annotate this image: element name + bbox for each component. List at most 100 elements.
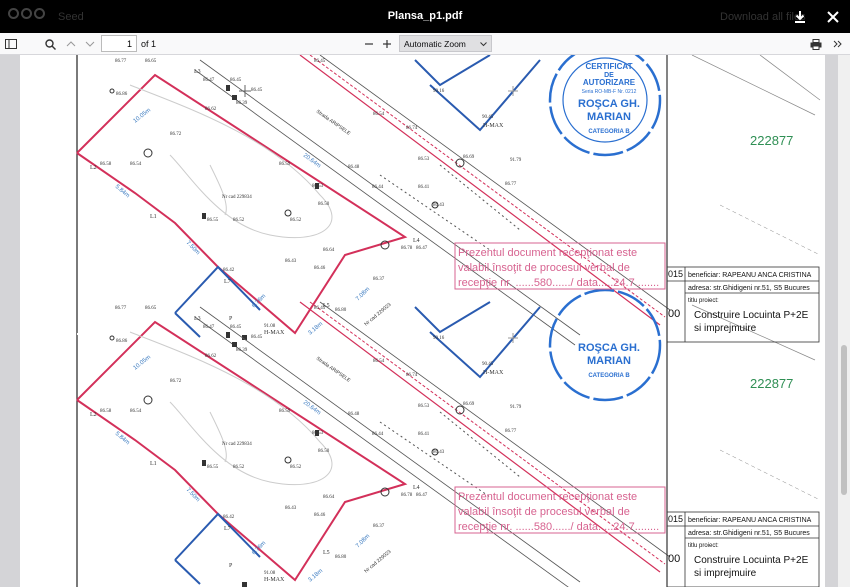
svg-text:86.46: 86.46 bbox=[314, 266, 326, 271]
svg-text:Nr cad 229023: Nr cad 229023 bbox=[363, 302, 392, 328]
svg-text:86.47: 86.47 bbox=[416, 246, 428, 251]
svg-text:86.50: 86.50 bbox=[318, 202, 330, 207]
svg-text:00: 00 bbox=[668, 308, 680, 320]
svg-text:valabil însoţit de procesul ve: valabil însoţit de procesul verbal de bbox=[458, 506, 630, 518]
svg-text:H-MAX: H-MAX bbox=[264, 330, 285, 336]
svg-text:86.37: 86.37 bbox=[373, 277, 385, 282]
stamp-name-2: MARIAN bbox=[587, 111, 631, 123]
svg-text:Construire Locuinta P+2E: Construire Locuinta P+2E bbox=[694, 310, 809, 321]
svg-text:Nr cad 229834: Nr cad 229834 bbox=[222, 195, 252, 200]
svg-text:titlu proiect:: titlu proiect: bbox=[688, 298, 719, 304]
svg-text:adresa: str.Ghidigeni nr.51, S: adresa: str.Ghidigeni nr.51, S5 Bucures bbox=[688, 530, 810, 537]
svg-text:adresa: str.Ghidigeni nr.51, S: adresa: str.Ghidigeni nr.51, S5 Bucures bbox=[688, 285, 810, 292]
document-viewer[interactable]: 86.77 86.65 86.47 86.45 86.86 86.39 86.62 86.… bbox=[0, 55, 850, 587]
svg-text:L7: L7 bbox=[224, 279, 231, 285]
svg-text:86.59: 86.59 bbox=[279, 162, 291, 167]
svg-text:86.45: 86.45 bbox=[230, 78, 242, 83]
svg-text:86.52: 86.52 bbox=[290, 218, 302, 223]
svg-text:86.77: 86.77 bbox=[115, 59, 127, 64]
svg-text:86.54: 86.54 bbox=[373, 112, 385, 117]
number-label-copy: 222877 bbox=[750, 376, 793, 391]
stamp-category-copy: CATEGORIA B bbox=[588, 373, 630, 379]
app-logo[interactable] bbox=[8, 8, 45, 19]
sidebar-toggle-icon[interactable] bbox=[2, 35, 20, 53]
zoom-in-icon[interactable] bbox=[378, 35, 396, 53]
svg-text:valabil însoţit de procesul ve: valabil însoţit de procesul verbal de bbox=[458, 262, 630, 274]
zoom-select-value: Automatic Zoom bbox=[404, 39, 466, 49]
svg-text:5.84m: 5.84m bbox=[114, 184, 131, 199]
svg-text:86.41: 86.41 bbox=[418, 185, 430, 190]
svg-text:si imprejmuire: si imprejmuire bbox=[694, 323, 757, 334]
svg-text:90.16: 90.16 bbox=[433, 89, 445, 94]
svg-text:recepţie nr. ......580....../: recepţie nr. ......580....../ data.....2… bbox=[458, 277, 659, 289]
svg-text:beneficiar: RAPEANU ANCA CRIS: beneficiar: RAPEANU ANCA CRISTINA bbox=[688, 517, 812, 524]
svg-text:86.52: 86.52 bbox=[233, 218, 245, 223]
svg-text:86.64: 86.64 bbox=[323, 248, 335, 253]
svg-text:86.44: 86.44 bbox=[372, 185, 384, 190]
svg-text:91.08: 91.08 bbox=[264, 324, 276, 329]
svg-text:beneficiar: RAPEANU ANCA CRIS: beneficiar: RAPEANU ANCA CRISTINA bbox=[688, 272, 812, 279]
stamp-category: CATEGORIA B bbox=[588, 129, 630, 135]
svg-text:L4: L4 bbox=[413, 238, 420, 244]
svg-text:P: P bbox=[229, 316, 233, 322]
number-label: 222877 bbox=[750, 133, 793, 148]
svg-text:86.74: 86.74 bbox=[406, 126, 418, 131]
next-page-icon[interactable] bbox=[81, 35, 99, 53]
reception-note: Prezentul document recepţionat este vala… bbox=[454, 242, 666, 534]
vertical-scrollbar[interactable] bbox=[838, 55, 850, 587]
svg-text:H-MAX: H-MAX bbox=[483, 123, 504, 129]
zoom-out-icon[interactable] bbox=[360, 35, 378, 53]
more-tools-icon[interactable] bbox=[829, 35, 847, 53]
site-plan-drawing: 86.77 86.65 86.47 86.45 86.86 86.39 86.62 86.… bbox=[76, 55, 821, 587]
svg-text:86.45: 86.45 bbox=[314, 59, 326, 64]
svg-text:7.50m: 7.50m bbox=[185, 240, 201, 256]
svg-text:10.05m: 10.05m bbox=[133, 108, 152, 125]
svg-text:86.78: 86.78 bbox=[401, 246, 413, 251]
svg-text:86.54: 86.54 bbox=[130, 162, 142, 167]
svg-text:86.72: 86.72 bbox=[170, 132, 182, 137]
svg-text:86.65: 86.65 bbox=[145, 59, 157, 64]
search-icon[interactable] bbox=[41, 35, 59, 53]
svg-text:015: 015 bbox=[668, 269, 683, 279]
svg-text:86.48: 86.48 bbox=[348, 165, 360, 170]
pdf-toolbar: of 1 Automatic Zoom bbox=[0, 33, 850, 55]
svg-text:titlu proiect:: titlu proiect: bbox=[688, 543, 719, 549]
scrollbar-thumb[interactable] bbox=[841, 345, 847, 495]
svg-text:86.69: 86.69 bbox=[463, 155, 475, 160]
download-icon[interactable] bbox=[790, 7, 810, 27]
svg-text:L2: L2 bbox=[90, 165, 97, 171]
svg-text:86.58: 86.58 bbox=[100, 162, 112, 167]
viewer-gutter bbox=[825, 55, 838, 587]
header-bar: Seed Plansa_p1.pdf Download all files bbox=[0, 0, 850, 33]
print-icon[interactable] bbox=[807, 35, 825, 53]
svg-text:015: 015 bbox=[668, 514, 683, 524]
svg-text:3.18m: 3.18m bbox=[307, 321, 324, 336]
svg-text:recepţie nr. ......580....../: recepţie nr. ......580....../ data.....2… bbox=[458, 521, 659, 533]
page-number-input[interactable] bbox=[101, 35, 137, 52]
svg-text:86.53: 86.53 bbox=[312, 184, 324, 189]
svg-text:86.43: 86.43 bbox=[285, 259, 297, 264]
svg-text:7.08m: 7.08m bbox=[355, 286, 371, 302]
svg-text:86.45: 86.45 bbox=[251, 88, 263, 93]
svg-text:86.62: 86.62 bbox=[205, 107, 217, 112]
svg-text:86.42: 86.42 bbox=[223, 268, 235, 273]
svg-text:91.79: 91.79 bbox=[510, 158, 522, 163]
svg-text:20.64m: 20.64m bbox=[302, 153, 322, 170]
svg-text:si imprejmuire: si imprejmuire bbox=[694, 568, 757, 579]
zoom-select[interactable]: Automatic Zoom bbox=[399, 35, 492, 52]
svg-text:Prezentul document recepţionat: Prezentul document recepţionat este bbox=[458, 247, 637, 259]
svg-text:86.43: 86.43 bbox=[433, 203, 445, 208]
svg-text:86.77: 86.77 bbox=[505, 182, 517, 187]
svg-text:90.45: 90.45 bbox=[482, 115, 494, 120]
previous-page-icon[interactable] bbox=[62, 35, 80, 53]
stamp-line-1: CERTIFICAT bbox=[586, 62, 633, 71]
svg-text:L3: L3 bbox=[194, 69, 201, 75]
stamp-line-3: AUTORIZARE bbox=[583, 78, 636, 87]
chevron-down-icon bbox=[480, 39, 487, 49]
close-icon[interactable] bbox=[823, 7, 843, 27]
svg-text:86.86: 86.86 bbox=[116, 92, 128, 97]
svg-text:Construire Locuinta P+2E: Construire Locuinta P+2E bbox=[694, 555, 809, 566]
page-count-label: of 1 bbox=[141, 39, 157, 49]
app-brand-label: Seed bbox=[58, 11, 84, 23]
svg-text:Strada ARIPSELE: Strada ARIPSELE bbox=[315, 109, 352, 137]
